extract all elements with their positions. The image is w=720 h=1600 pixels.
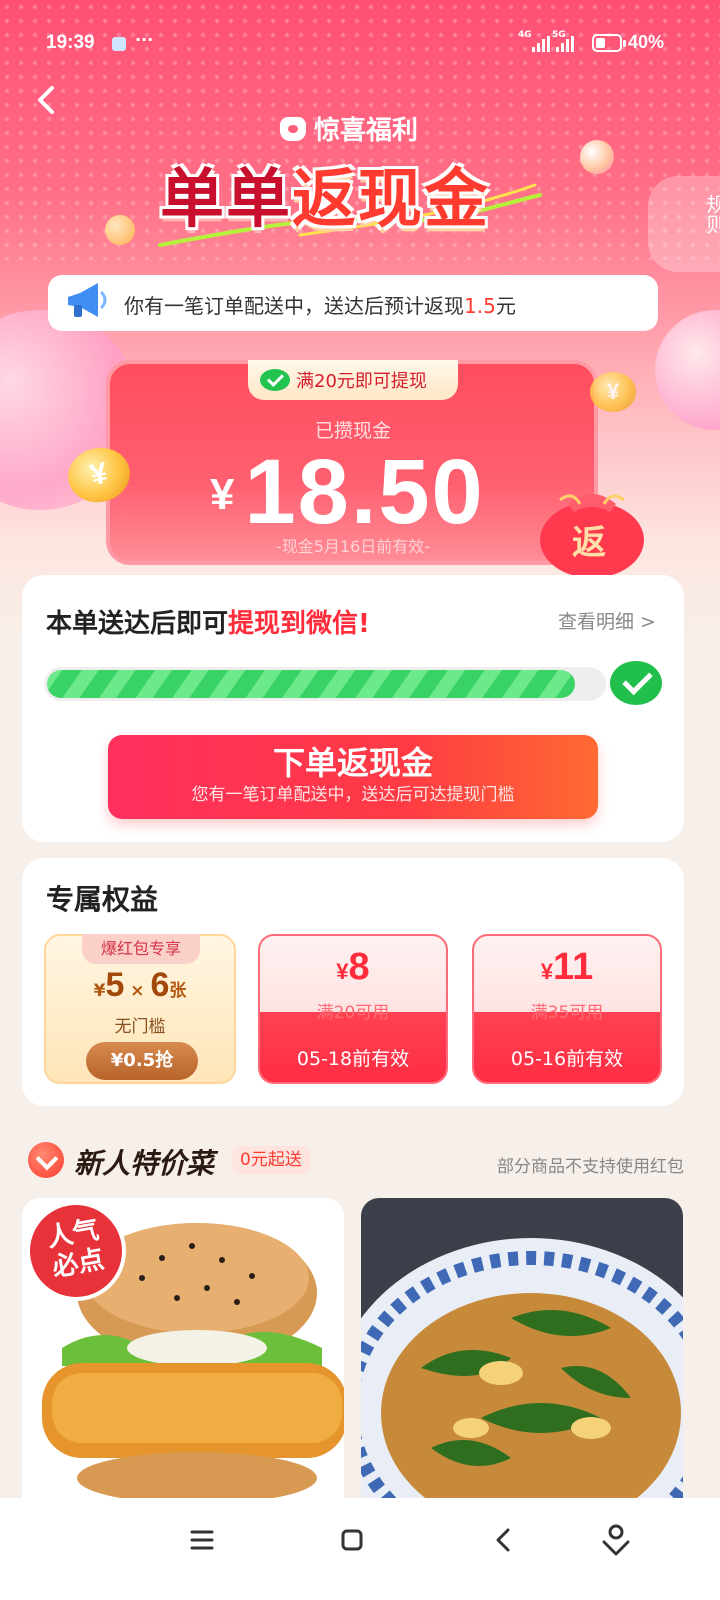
currency-symbol: ¥ (210, 470, 235, 519)
bundle-times: × (124, 981, 151, 1001)
coupon-yen: ¥ (336, 959, 349, 984)
rules-button[interactable]: 规则 (648, 176, 720, 272)
bundle-unit: 张 (169, 981, 187, 1001)
cash-value: 18.50 (244, 441, 485, 543)
view-details-link[interactable]: 查看明细 > (558, 607, 656, 634)
coupon-amount: ¥11 (474, 946, 660, 989)
food-item-pepper-egg[interactable] (361, 1198, 683, 1498)
bundle-value: 5 (105, 966, 125, 1004)
bundle-yen: ¥ (93, 981, 106, 1001)
status-time: 19:39 (46, 32, 95, 53)
grab-button[interactable]: ¥0.5抢 (86, 1042, 198, 1080)
wechat-icon (610, 661, 662, 705)
cash-label: 已攒现金 (314, 420, 391, 442)
exclusive-perks-card: 专属权益 爆红包专享 ¥5 × 6张 无门槛 ¥0.5抢 ¥8 满20可用 05… (22, 858, 684, 1106)
decor-bubble (105, 215, 135, 245)
withdraw-card: 本单送达后即可提现到微信! 查看明细 > 下单返现金 您有一笔订单配送中，送达后… (22, 575, 684, 842)
notice-amount: 1.5 (464, 294, 496, 318)
coupon-card[interactable]: ¥8 满20可用 05-18前有效 (258, 934, 448, 1084)
newbie-title: 新人特价菜 (74, 1147, 215, 1180)
brand-label: 惊喜福利 (314, 116, 419, 146)
bundle-count: 6 (150, 966, 170, 1004)
cash-amount: ¥18.50 (210, 440, 485, 545)
red-packet-bundle-coupon[interactable]: 爆红包专享 ¥5 × 6张 无门槛 ¥0.5抢 (44, 934, 236, 1084)
perks-title: 专属权益 (46, 883, 159, 916)
newbie-note: 部分商品不支持使用红包 (497, 1157, 684, 1177)
network-type-label: 4G (518, 30, 532, 40)
decor-bubble (580, 140, 614, 174)
headline-part2: 返现金 (292, 163, 490, 237)
signal-icon (556, 36, 574, 52)
bundle-subtitle: 无门槛 (114, 1017, 166, 1037)
withdraw-title-highlight: 提现到微信! (228, 609, 370, 639)
free-delivery-badge: 0元起送 (232, 1146, 310, 1174)
withdraw-title-prefix: 本单送达后即可 (46, 609, 229, 639)
delivery-notice: 你有一笔订单配送中，送达后预计返现1.5元 (48, 275, 658, 331)
decor-bubble (655, 310, 720, 430)
chevron-left-icon (38, 86, 54, 114)
cta-sub-label: 您有一笔订单配送中，送达后可达提现门槛 (191, 785, 515, 805)
bundle-amount: ¥5 × 6张 (46, 966, 234, 1005)
status-bar: 19:39 ··· 4G 5G 40% (0, 0, 720, 88)
cta-main-label: 下单返现金 (272, 744, 433, 782)
back-button[interactable] (30, 82, 66, 118)
system-nav-bar (0, 1498, 720, 1600)
coupon-card[interactable]: ¥11 满35可用 05-16前有效 (472, 934, 662, 1084)
coupon-yen: ¥ (540, 959, 554, 984)
megaphone-icon (68, 283, 107, 317)
assistant-button[interactable] (592, 1516, 640, 1564)
battery-icon (592, 34, 626, 52)
notice-suffix: 元 (495, 294, 516, 318)
coupon-condition: 满35可用 (530, 1003, 604, 1023)
notice-prefix: 你有一笔订单配送中，送达后预计返现 (124, 294, 464, 318)
order-cashback-button[interactable]: 下单返现金 您有一笔订单配送中，送达后可达提现门槛 (108, 735, 598, 819)
home-button[interactable] (328, 1516, 376, 1564)
coupon-value: 11 (553, 946, 594, 988)
brand-title: 惊喜福利 (280, 110, 418, 147)
withdraw-title: 本单送达后即可提现到微信! (46, 603, 370, 640)
progress-fill (47, 670, 576, 698)
coupon-value: 8 (348, 946, 370, 988)
money-bag-icon: 返 (540, 494, 644, 578)
coupon-expire: 05-16前有效 (510, 1048, 624, 1070)
withdraw-progress-bar (44, 667, 606, 701)
battery-percent: 40% (628, 32, 665, 52)
notification-icon (112, 37, 126, 51)
notice-text: 你有一笔订单配送中，送达后预计返现1.5元 (124, 290, 516, 319)
withdraw-threshold-pill: 满20元即可提现 (248, 360, 458, 400)
signal-icon (532, 36, 550, 52)
coupon-amount: ¥8 (260, 946, 446, 989)
back-nav-button[interactable] (480, 1516, 528, 1564)
threshold-text: 满20元即可提现 (296, 371, 427, 392)
menu-icon (190, 1530, 214, 1550)
assistant-icon (602, 1524, 630, 1556)
more-notifications-icon: ··· (135, 30, 154, 49)
pepper-egg-dish-image (361, 1238, 683, 1498)
square-home-icon (341, 1529, 363, 1551)
newbie-section-header: 新人特价菜 0元起送 部分商品不支持使用红包 (22, 1140, 684, 1182)
gift-bag-icon (280, 116, 306, 141)
chevron-left-icon (496, 1528, 510, 1552)
money-bag-label: 返 (572, 523, 606, 563)
bundle-tag: 爆红包专享 (82, 934, 200, 964)
coupon-condition: 满20可用 (316, 1003, 390, 1023)
coin-icon: ¥ (590, 372, 636, 412)
wechat-icon (260, 369, 290, 391)
headline-part1: 单单 (160, 163, 292, 237)
coupon-expire: 05-18前有效 (296, 1048, 410, 1070)
headline: 单单返现金 (160, 160, 490, 240)
down-arrow-badge-icon (28, 1142, 64, 1178)
menu-button[interactable] (178, 1516, 226, 1564)
